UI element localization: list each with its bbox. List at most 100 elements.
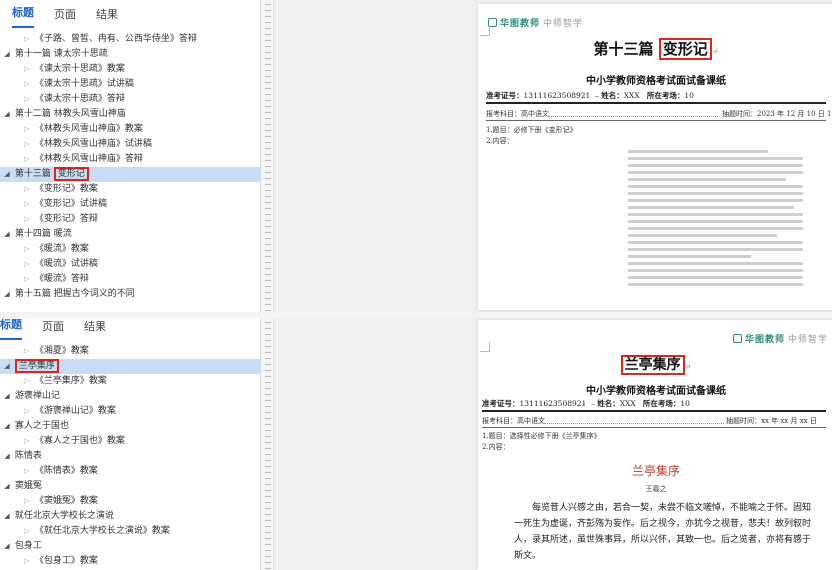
expand-triangle-icon[interactable]: ◢ — [2, 47, 12, 62]
nav-heading-label: 《谏太宗十思疏》教案 — [34, 64, 125, 74]
nav-heading-level2[interactable]: ▷ 《变形记》教案 — [0, 182, 260, 197]
nav-heading-level2[interactable]: ▷ 《林教头风雪山神庙》答辩 — [0, 152, 260, 167]
nav-heading-label: 《暖流》教案 — [34, 244, 89, 254]
nav-heading-level2[interactable]: ▷ 《游褒禅山记》教案 — [0, 404, 260, 419]
nav-heading-level2[interactable]: ▷ 《寡人之于国也》教案 — [0, 434, 260, 449]
nav-heading-level2[interactable]: ▷ 《暖流》答辩 — [0, 272, 260, 287]
nav-heading-label: 《暖流》答辩 — [34, 274, 89, 284]
expand-triangle-icon[interactable]: ◢ — [2, 389, 12, 404]
nav-heading-level2[interactable]: ▷ 《就任北京大学校长之演说》教案 — [0, 524, 260, 539]
title-highlight: 变形记 — [658, 38, 712, 60]
leaf-triangle-icon: ▷ — [24, 245, 30, 253]
nav-heading-level1[interactable]: ◢ 第十二篇 林教头风雪山神庙 — [0, 107, 260, 122]
expand-triangle-icon[interactable]: ◢ — [2, 227, 12, 242]
subject-field: 报考科目：高中语文 — [486, 110, 549, 118]
nav-heading-label: 《包身工》教案 — [34, 556, 98, 566]
nav-heading-label: 第十五篇 把握古今词义的不同 — [14, 289, 135, 299]
nav-heading-label: 《湘夏》教案 — [34, 346, 89, 356]
nav-heading-level2[interactable]: ▷ 《林教头风雪山神庙》教案 — [0, 122, 260, 137]
leaf-triangle-icon: ▷ — [24, 155, 30, 163]
leaf-triangle-icon: ▷ — [24, 275, 30, 283]
nav-heading-level2[interactable]: ▷ 《暖流》教案 — [0, 242, 260, 257]
body-text-block — [628, 150, 803, 290]
nav-heading-label: 《兰亭集序》教案 — [34, 376, 107, 386]
nav-heading-level1[interactable]: ◢ 第十四篇 暖流 — [0, 227, 260, 242]
expand-triangle-icon[interactable]: ◢ — [2, 509, 12, 524]
expand-triangle-icon[interactable]: ◢ — [2, 419, 12, 434]
nav-heading-level2[interactable]: ▷ 《谏太宗十思疏》教案 — [0, 62, 260, 77]
nav-heading-label: 《林教头风雪山神庙》教案 — [34, 124, 143, 134]
nav-heading-label: 《寡人之于国也》教案 — [34, 436, 125, 446]
nav-heading-level2[interactable]: ▷ 《林教头风雪山神庙》试讲稿 — [0, 137, 260, 152]
nav-heading-level2[interactable]: ▷ 《变形记》试讲稿 — [0, 197, 260, 212]
vertical-ruler — [260, 318, 274, 570]
expand-triangle-icon[interactable]: ◢ — [2, 167, 12, 182]
nav-heading-level2[interactable]: ▷ 《变形记》答辩 — [0, 212, 260, 227]
nav-heading-level1[interactable]: ◢ 就任北京大学校长之演说 — [0, 509, 260, 524]
tab-pages[interactable]: 页面 — [42, 318, 64, 340]
nav-heading-level1[interactable]: ◢ 第十一篇 谏太宗十思疏 — [0, 47, 260, 62]
nav-heading-level1[interactable]: ◢ 第十五篇 把握古今词义的不同 — [0, 287, 260, 302]
nav-heading-label: 《林教头风雪山神庙》试讲稿 — [34, 139, 152, 149]
nav-heading-level2[interactable]: ▷ 《子路、曾皙、冉有、公西华侍坐》答辩 — [0, 32, 260, 47]
expand-triangle-icon[interactable]: ◢ — [2, 479, 12, 494]
navigation-pane: 标题 页面 结果 ▷ 《湘夏》教案 ◢ 兰亭集序 ▷ 《兰亭集序》教案 ◢ 游褒禅山记… — [0, 318, 260, 570]
nav-heading-level1[interactable]: ◢ 陈情表 — [0, 449, 260, 464]
tab-headings[interactable]: 标题 — [12, 4, 34, 28]
leaf-triangle-icon: ▷ — [24, 527, 30, 535]
leaf-triangle-icon: ▷ — [24, 467, 30, 475]
heading-tree: ▷ 《湘夏》教案 ◢ 兰亭集序 ▷ 《兰亭集序》教案 ◢ 游褒禅山记 ▷ 《游褒禅山记》… — [0, 344, 260, 569]
expand-triangle-icon[interactable]: ◢ — [2, 539, 12, 554]
nav-heading-label: 第十四篇 暖流 — [14, 229, 72, 239]
nav-heading-level1[interactable]: ◢ 兰亭集序 — [0, 359, 260, 374]
poem-title: 兰亭集序 — [631, 464, 680, 478]
tab-results[interactable]: 结果 — [84, 318, 106, 340]
nav-heading-label: 《谏太宗十思疏》试讲稿 — [34, 79, 134, 89]
nav-heading-level2[interactable]: ▷ 《窦娥冤》教案 — [0, 494, 260, 509]
nav-heading-level1[interactable]: ◢ 游褒禅山记 — [0, 389, 260, 404]
nav-heading-level2[interactable]: ▷ 《暖流》试讲稿 — [0, 257, 260, 272]
divider — [486, 102, 826, 104]
nav-heading-label: 《变形记》教案 — [34, 184, 98, 194]
nav-heading-label: 《陈情表》教案 — [34, 466, 98, 476]
nav-heading-label: 包身工 — [14, 541, 42, 551]
page-corner-mark — [480, 342, 490, 352]
nav-heading-label: 《就任北京大学校长之演说》教案 — [34, 526, 170, 536]
document-workspace: 华图教师 中师智学 第十三篇 变形记 ↵ 中小学教师资格考试面试备课纸 准考证号：… — [274, 0, 832, 312]
nav-heading-label: 《子路、曾皙、冉有、公西华侍坐》答辩 — [34, 34, 197, 44]
nav-heading-label: 陈情表 — [14, 451, 42, 461]
nav-heading-level2[interactable]: ▷ 《包身工》教案 — [0, 554, 260, 569]
nav-heading-label: 《窦娥冤》教案 — [34, 496, 98, 506]
leaf-triangle-icon: ▷ — [24, 260, 30, 268]
candidate-info: 准考证号：13111623508921 – 姓名：XXX 所在考场：10 — [482, 399, 690, 408]
nav-heading-level2[interactable]: ▷ 《兰亭集序》教案 — [0, 374, 260, 389]
nav-heading-level1[interactable]: ◢ 寡人之于国也 — [0, 419, 260, 434]
leaf-triangle-icon: ▷ — [24, 185, 30, 193]
nav-heading-label: 就任北京大学校长之演说 — [14, 511, 114, 521]
expand-triangle-icon[interactable]: ◢ — [2, 359, 12, 374]
nav-heading-level2[interactable]: ▷ 《陈情表》教案 — [0, 464, 260, 479]
nav-heading-level1[interactable]: ◢ 窦娥冤 — [0, 479, 260, 494]
leaf-triangle-icon: ▷ — [24, 407, 30, 415]
logo-icon — [732, 334, 742, 343]
title-highlight: 兰亭集序 — [620, 355, 685, 375]
nav-heading-level1[interactable]: ◢ 第十三篇 变形记 — [0, 167, 260, 182]
expand-triangle-icon[interactable]: ◢ — [2, 449, 12, 464]
nav-heading-level1[interactable]: ◢ 包身工 — [0, 539, 260, 554]
document-page: 华图教师 中师智学 兰亭集序 ↵ 中小学教师资格考试面试备课纸 准考证号：1311… — [478, 320, 832, 570]
tab-headings[interactable]: 标题 — [0, 318, 22, 340]
expand-triangle-icon[interactable]: ◢ — [2, 287, 12, 302]
leaf-triangle-icon: ▷ — [24, 347, 30, 355]
nav-heading-level2[interactable]: ▷ 《湘夏》教案 — [0, 344, 260, 359]
tab-results[interactable]: 结果 — [96, 6, 118, 28]
heading-tree: ▷ 《子路、曾皙、冉有、公西华侍坐》答辩 ◢ 第十一篇 谏太宗十思疏 ▷ 《谏太宗十… — [0, 32, 260, 302]
tab-pages[interactable]: 页面 — [54, 6, 76, 28]
draw-time-field: 抽题时间：2023 年 12 月 10 日 11:33.2 — [722, 110, 832, 118]
vertical-ruler — [260, 0, 274, 312]
expand-triangle-icon[interactable]: ◢ — [2, 107, 12, 122]
page-corner-mark — [480, 26, 490, 36]
divider — [486, 120, 826, 121]
nav-heading-level2[interactable]: ▷ 《谏太宗十思疏》试讲稿 — [0, 77, 260, 92]
bottom-screenshot-panel: 标题 页面 结果 ▷ 《湘夏》教案 ◢ 兰亭集序 ▷ 《兰亭集序》教案 ◢ 游褒禅山记… — [0, 318, 832, 570]
nav-heading-level2[interactable]: ▷ 《谏太宗十思疏》答辩 — [0, 92, 260, 107]
